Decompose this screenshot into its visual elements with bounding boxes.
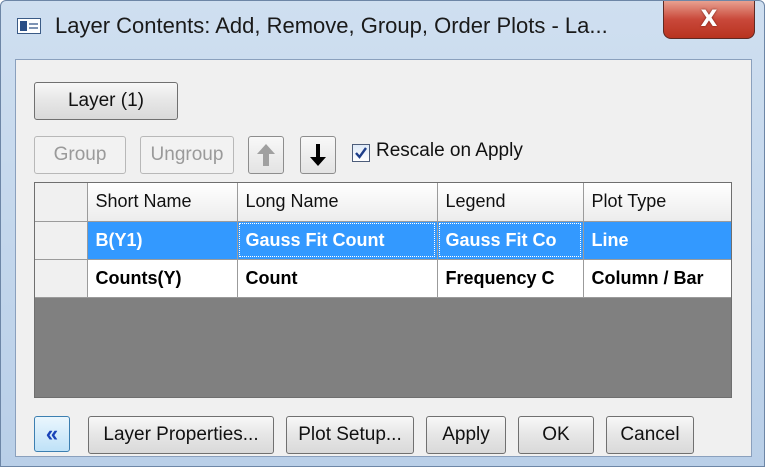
column-header-long-name[interactable]: Long Name bbox=[237, 183, 438, 222]
column-header-plot-type[interactable]: Plot Type bbox=[583, 183, 731, 222]
cell-long-name[interactable]: Count bbox=[237, 259, 438, 298]
title-bar[interactable]: Layer Contents: Add, Remove, Group, Orde… bbox=[1, 1, 764, 51]
layer-button[interactable]: Layer (1) bbox=[34, 82, 178, 120]
dialog-window: Layer Contents: Add, Remove, Group, Orde… bbox=[0, 0, 765, 467]
close-button[interactable]: X bbox=[663, 1, 755, 39]
grid-header-row: Short Name Long Name Legend Plot Type bbox=[35, 183, 731, 222]
cell-short-name[interactable]: Counts(Y) bbox=[87, 259, 238, 298]
cell-long-name[interactable]: Gauss Fit Count bbox=[237, 221, 438, 260]
layer-properties-button[interactable]: Layer Properties... bbox=[88, 416, 274, 454]
plot-setup-button[interactable]: Plot Setup... bbox=[286, 416, 414, 454]
ungroup-button[interactable]: Ungroup bbox=[140, 136, 234, 174]
row-header[interactable] bbox=[35, 259, 88, 298]
cell-plot-type[interactable]: Line bbox=[583, 221, 731, 260]
row-header[interactable] bbox=[35, 221, 88, 260]
app-icon bbox=[17, 18, 41, 34]
table-row[interactable]: B(Y1) Gauss Fit Count Gauss Fit Co Line bbox=[35, 221, 731, 260]
collapse-button[interactable]: « bbox=[34, 416, 70, 452]
window-title: Layer Contents: Add, Remove, Group, Orde… bbox=[55, 13, 608, 38]
cancel-button[interactable]: Cancel bbox=[606, 416, 694, 454]
cell-legend[interactable]: Frequency C bbox=[437, 259, 584, 298]
dialog-body: Layer (1) Group Ungroup Rescale on Apply bbox=[15, 59, 752, 457]
cell-plot-type[interactable]: Column / Bar bbox=[583, 259, 731, 298]
cell-short-name[interactable]: B(Y1) bbox=[87, 221, 238, 260]
plot-list-grid[interactable]: Short Name Long Name Legend Plot Type B(… bbox=[34, 182, 732, 398]
move-up-button[interactable] bbox=[248, 136, 284, 174]
row-header-corner bbox=[35, 183, 88, 222]
group-button[interactable]: Group bbox=[34, 136, 126, 174]
arrow-up-icon bbox=[257, 144, 275, 166]
ok-button[interactable]: OK bbox=[518, 416, 594, 454]
move-down-button[interactable] bbox=[300, 136, 336, 174]
column-header-legend[interactable]: Legend bbox=[437, 183, 584, 222]
checkmark-icon bbox=[355, 147, 367, 159]
arrow-down-icon bbox=[310, 144, 326, 166]
table-row[interactable]: Counts(Y) Count Frequency C Column / Bar bbox=[35, 259, 731, 298]
cell-legend[interactable]: Gauss Fit Co bbox=[437, 221, 584, 260]
rescale-checkbox[interactable] bbox=[352, 144, 370, 162]
rescale-label: Rescale on Apply bbox=[376, 140, 523, 161]
apply-button[interactable]: Apply bbox=[426, 416, 506, 454]
column-header-short-name[interactable]: Short Name bbox=[87, 183, 238, 222]
